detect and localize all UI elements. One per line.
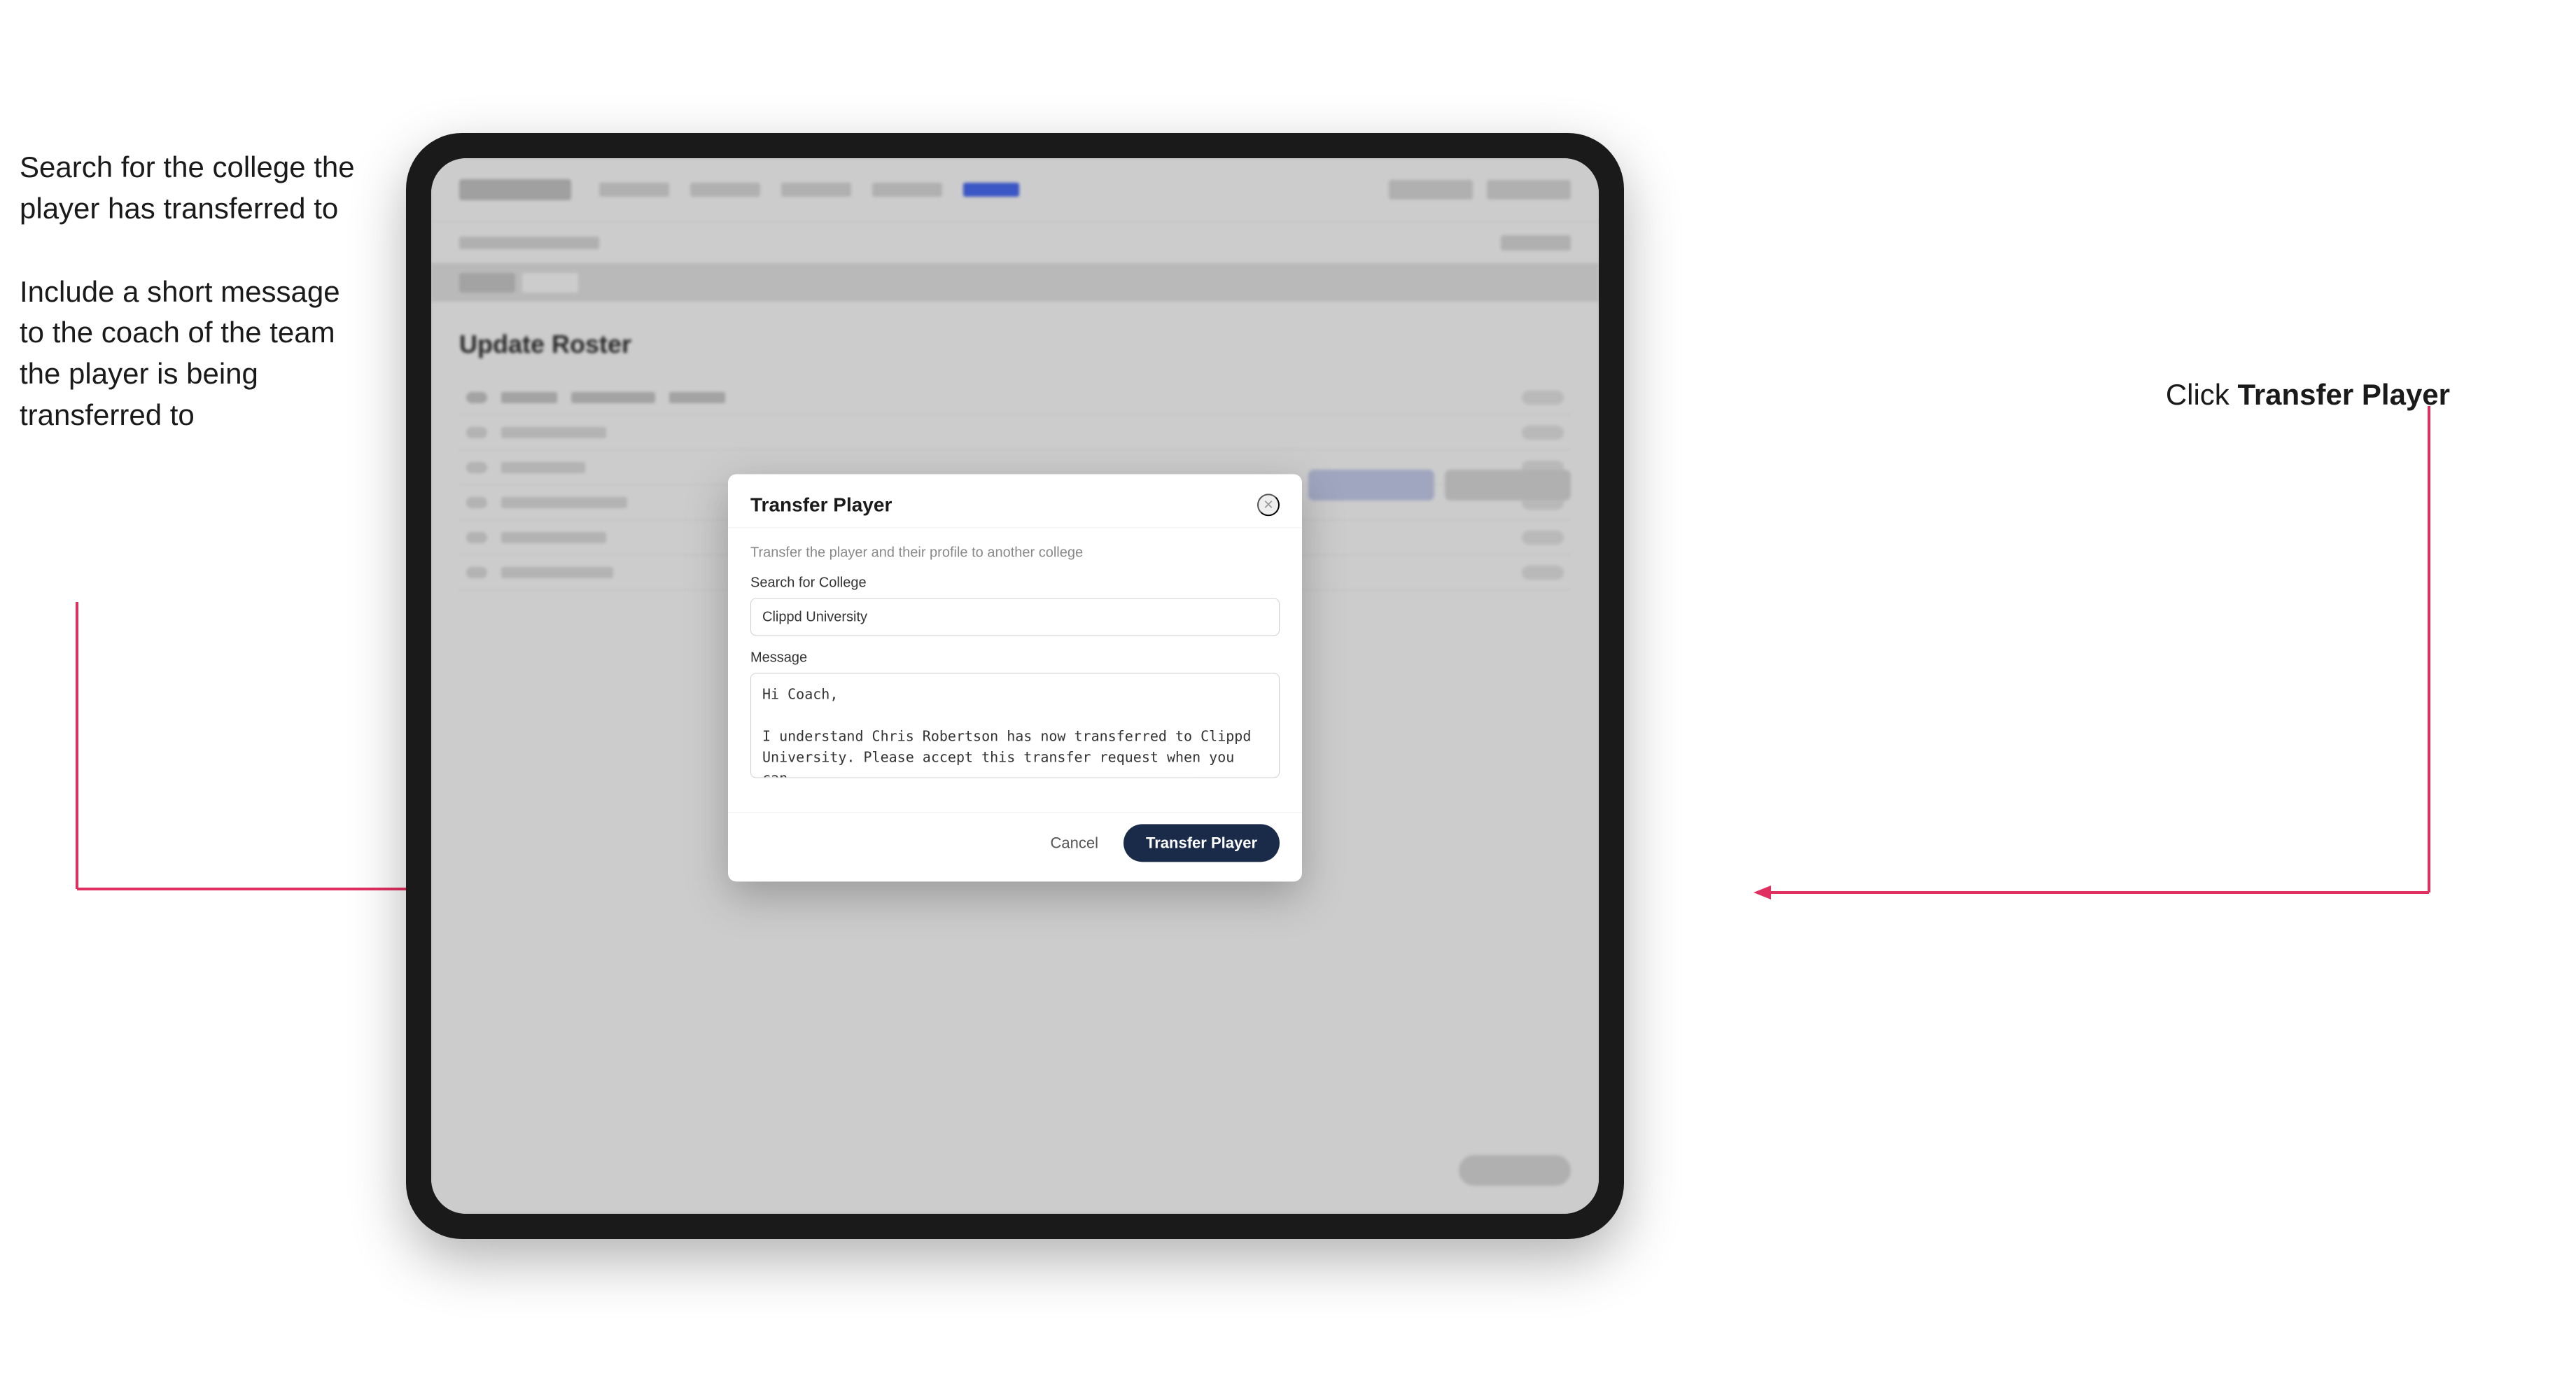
cancel-button[interactable]: Cancel <box>1040 827 1110 859</box>
transfer-player-button[interactable]: Transfer Player <box>1124 824 1280 862</box>
modal-title: Transfer Player <box>750 493 892 516</box>
tablet-screen: Update Roster <box>431 158 1599 1214</box>
modal-body: Transfer the player and their profile to… <box>728 528 1302 812</box>
modal-close-button[interactable]: × <box>1257 493 1280 516</box>
tablet-frame: Update Roster <box>406 133 1624 1239</box>
search-college-label: Search for College <box>750 575 1280 591</box>
annotation-click-prefix: Click <box>2166 378 2238 411</box>
annotation-message-text: Include a short message to the coach of … <box>20 275 340 431</box>
modal-subtitle: Transfer the player and their profile to… <box>750 545 1280 561</box>
annotation-left: Search for the college the player has tr… <box>20 147 384 436</box>
transfer-player-modal[interactable]: Transfer Player × Transfer the player an… <box>728 474 1302 881</box>
modal-footer: Cancel Transfer Player <box>728 812 1302 881</box>
search-college-group: Search for College <box>750 575 1280 636</box>
message-textarea[interactable] <box>750 673 1280 778</box>
message-group: Message <box>750 650 1280 781</box>
annotation-transfer-bold: Transfer Player <box>2237 378 2450 411</box>
search-college-input[interactable] <box>750 598 1280 636</box>
modal-header: Transfer Player × <box>728 474 1302 528</box>
annotation-right: Click Transfer Player <box>2166 378 2450 412</box>
annotation-search-text: Search for the college the player has tr… <box>20 150 355 225</box>
message-label: Message <box>750 650 1280 666</box>
